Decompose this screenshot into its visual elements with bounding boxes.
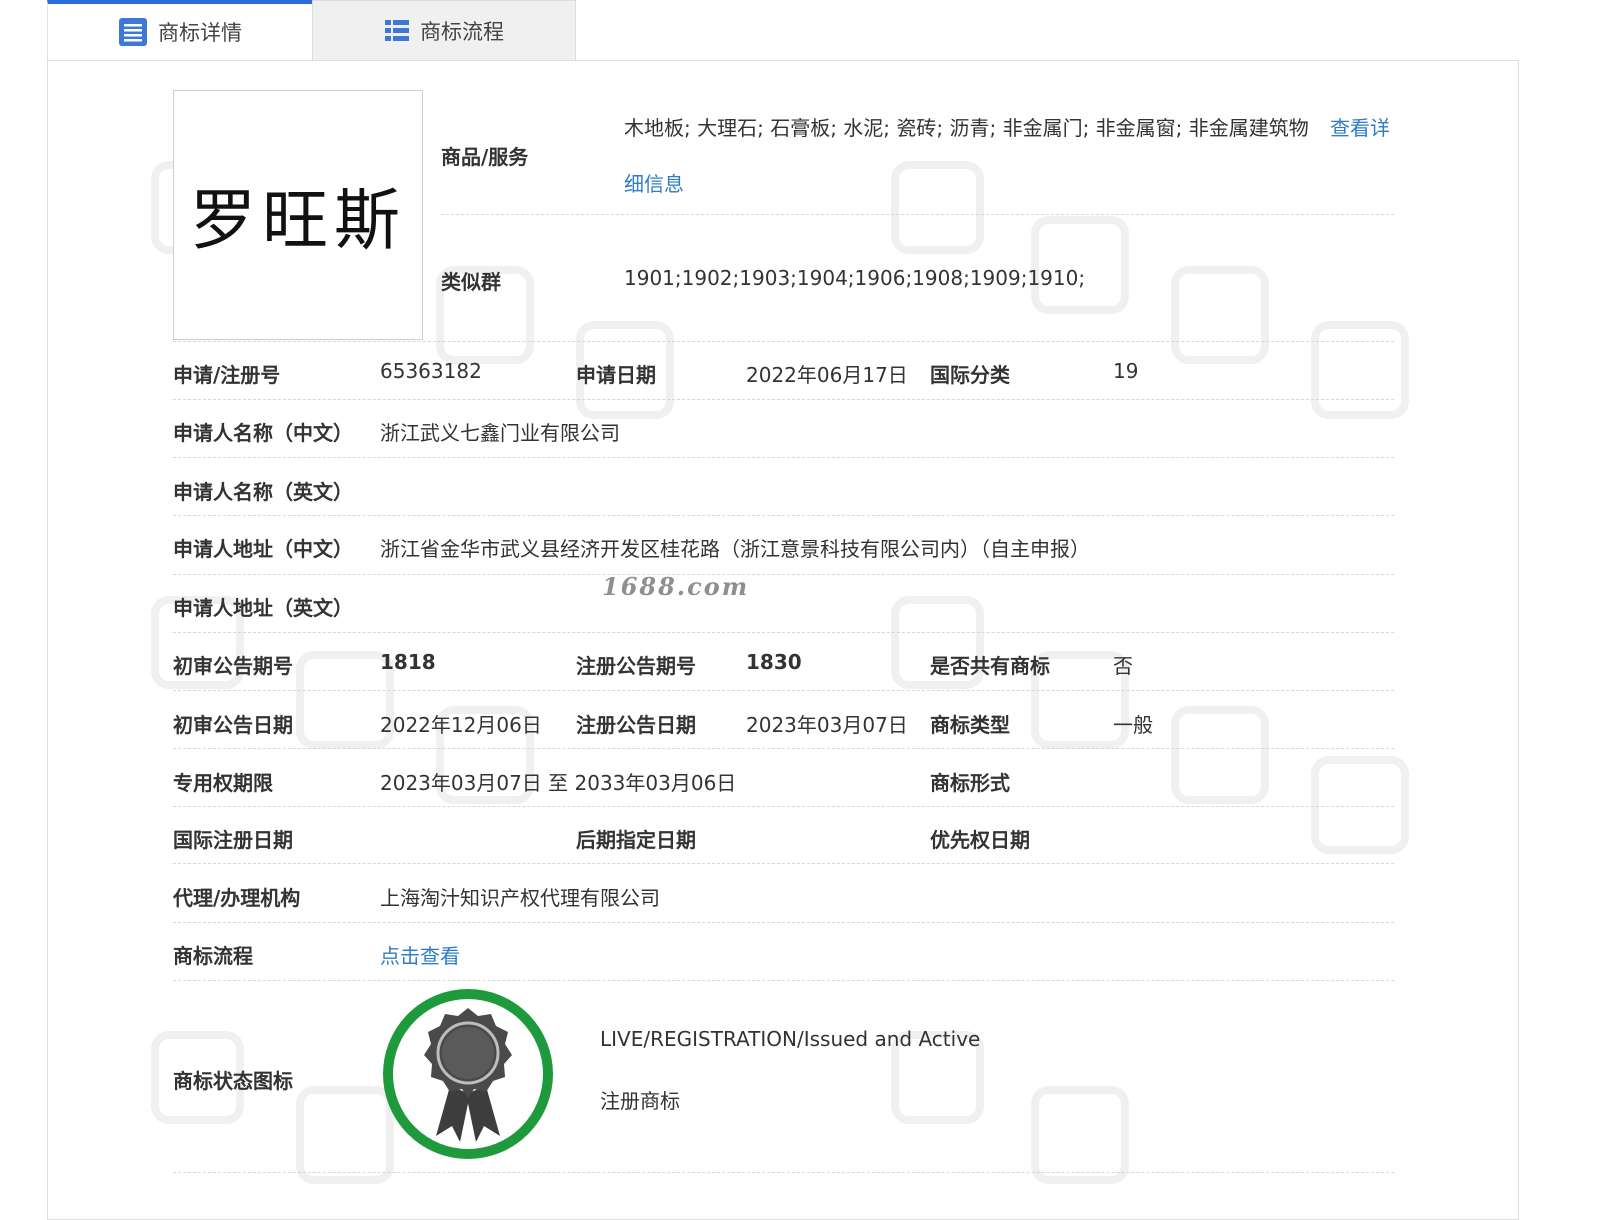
view-detail-link[interactable]: 查看详 [1330, 112, 1390, 141]
divider [173, 1172, 1394, 1173]
shared-label: 是否共有商标 [930, 654, 1050, 678]
view-detail-link-cont[interactable]: 细信息 [624, 168, 684, 197]
divider [173, 457, 1394, 458]
tm-type-label: 商标类型 [930, 713, 1010, 737]
tm-form-label: 商标形式 [930, 771, 1010, 795]
flow-view-link[interactable]: 点击查看 [380, 940, 460, 969]
divider [173, 632, 1394, 633]
divider [173, 863, 1394, 864]
watermark-stamp: 1688.com [602, 572, 750, 601]
status-en: LIVE/REGISTRATION/Issued and Active [600, 1027, 981, 1051]
reg-pub-no-label: 注册公告期号 [576, 654, 696, 678]
goods-value: 木地板; 大理石; 石膏板; 水泥; 瓷砖; 沥青; 非金属门; 非金属窗; 非… [624, 112, 1309, 141]
goods-label: 商品/服务 [441, 145, 529, 169]
app-date-label: 申请日期 [576, 363, 656, 387]
address-cn-value: 浙江省金华市武义县经济开发区桂花路（浙江意景科技有限公司内）（自主申报） [380, 537, 1090, 561]
app-date-value: 2022年06月17日 [746, 363, 908, 387]
divider [173, 806, 1394, 807]
exclusive-label: 专用权期限 [173, 771, 273, 795]
applicant-cn-value: 浙江武义七鑫门业有限公司 [380, 421, 620, 445]
reg-pub-date-value: 2023年03月07日 [746, 713, 908, 737]
divider [173, 690, 1394, 691]
intl-class-value: 19 [1113, 359, 1139, 383]
status-cn: 注册商标 [600, 1089, 680, 1113]
shared-value: 否 [1113, 654, 1133, 678]
award-ribbon-icon [383, 989, 553, 1159]
divider [173, 922, 1394, 923]
reg-no-label: 申请/注册号 [173, 363, 281, 387]
similar-group-label: 类似群 [441, 270, 501, 294]
agency-label: 代理/办理机构 [173, 886, 301, 910]
divider [173, 748, 1394, 749]
reg-pub-date-label: 注册公告日期 [576, 713, 696, 737]
trademark-image: 罗旺斯 [173, 90, 423, 340]
trademark-logo-text: 罗旺斯 [190, 182, 406, 259]
divider [173, 515, 1394, 516]
status-icon-label: 商标状态图标 [173, 1069, 293, 1093]
goods-text: 木地板; 大理石; 石膏板; 水泥; 瓷砖; 沥青; 非金属门; 非金属窗; 非… [624, 116, 1309, 140]
divider [441, 214, 1394, 215]
later-date-label: 后期指定日期 [576, 828, 696, 852]
divider [173, 341, 1394, 342]
reg-pub-no-value: 1830 [746, 650, 802, 674]
divider [173, 574, 1394, 575]
address-en-label: 申请人地址（英文） [173, 596, 353, 620]
reg-no-value: 65363182 [380, 359, 482, 383]
status-badge [380, 986, 556, 1162]
priority-date-label: 优先权日期 [930, 828, 1030, 852]
applicant-en-label: 申请人名称（英文） [173, 480, 353, 504]
intl-class-label: 国际分类 [930, 363, 1010, 387]
divider [173, 399, 1394, 400]
intl-reg-date-label: 国际注册日期 [173, 828, 293, 852]
applicant-cn-label: 申请人名称（中文） [173, 421, 353, 445]
divider [173, 980, 1394, 981]
exclusive-value: 2023年03月07日 至 2033年03月06日 [380, 771, 737, 795]
address-cn-label: 申请人地址（中文） [173, 537, 353, 561]
agency-value: 上海淘汁知识产权代理有限公司 [380, 886, 660, 910]
prelim-no-label: 初审公告期号 [173, 654, 293, 678]
prelim-no-value: 1818 [380, 650, 436, 674]
flow-label: 商标流程 [173, 944, 253, 968]
prelim-date-value: 2022年12月06日 [380, 713, 542, 737]
similar-group-value: 1901;1902;1903;1904;1906;1908;1909;1910; [624, 266, 1086, 290]
prelim-date-label: 初审公告日期 [173, 713, 293, 737]
tm-type-value: 一般 [1113, 713, 1153, 737]
